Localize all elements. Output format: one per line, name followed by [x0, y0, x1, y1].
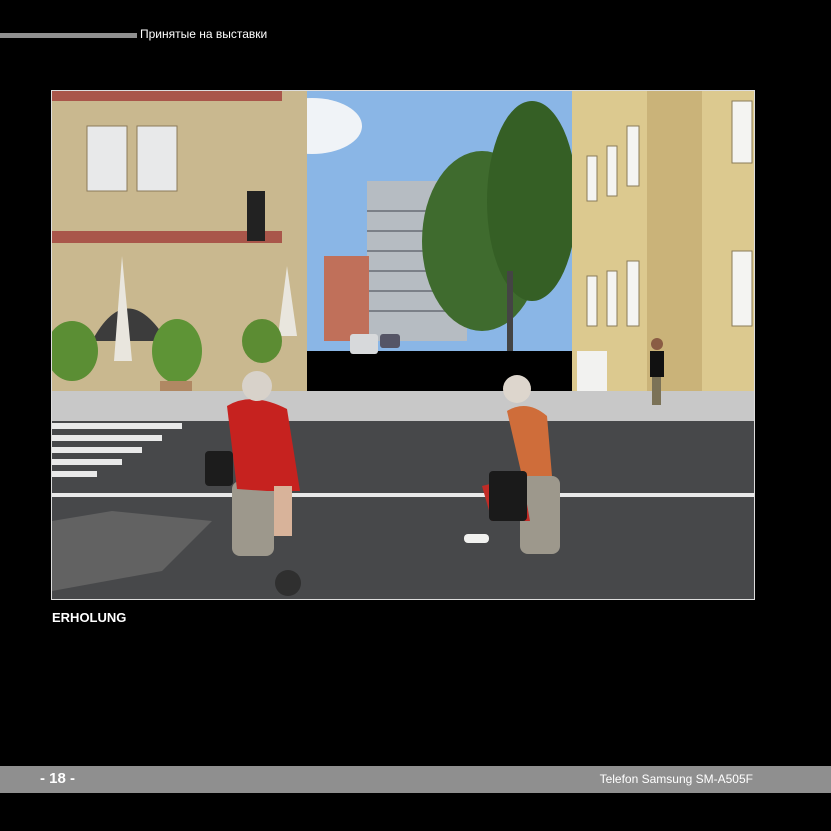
booklet-page: Принятые на выставки ERHOLUNG - 18 - Tel…: [0, 0, 831, 831]
red-building: [324, 256, 369, 341]
camera-label: Telefon Samsung SM-A505F: [599, 772, 753, 786]
car: [350, 334, 378, 354]
photo-caption: ERHOLUNG: [52, 610, 127, 625]
page-number: - 18 -: [40, 770, 76, 787]
header-rule: [0, 33, 137, 38]
street-photo: [51, 90, 755, 600]
section-title: Принятые на выставки: [140, 27, 268, 41]
bollard: [232, 481, 274, 556]
road: [52, 421, 754, 599]
tree: [487, 101, 577, 301]
footer-bar: - 18 - Telefon Samsung SM-A505F: [0, 766, 831, 793]
